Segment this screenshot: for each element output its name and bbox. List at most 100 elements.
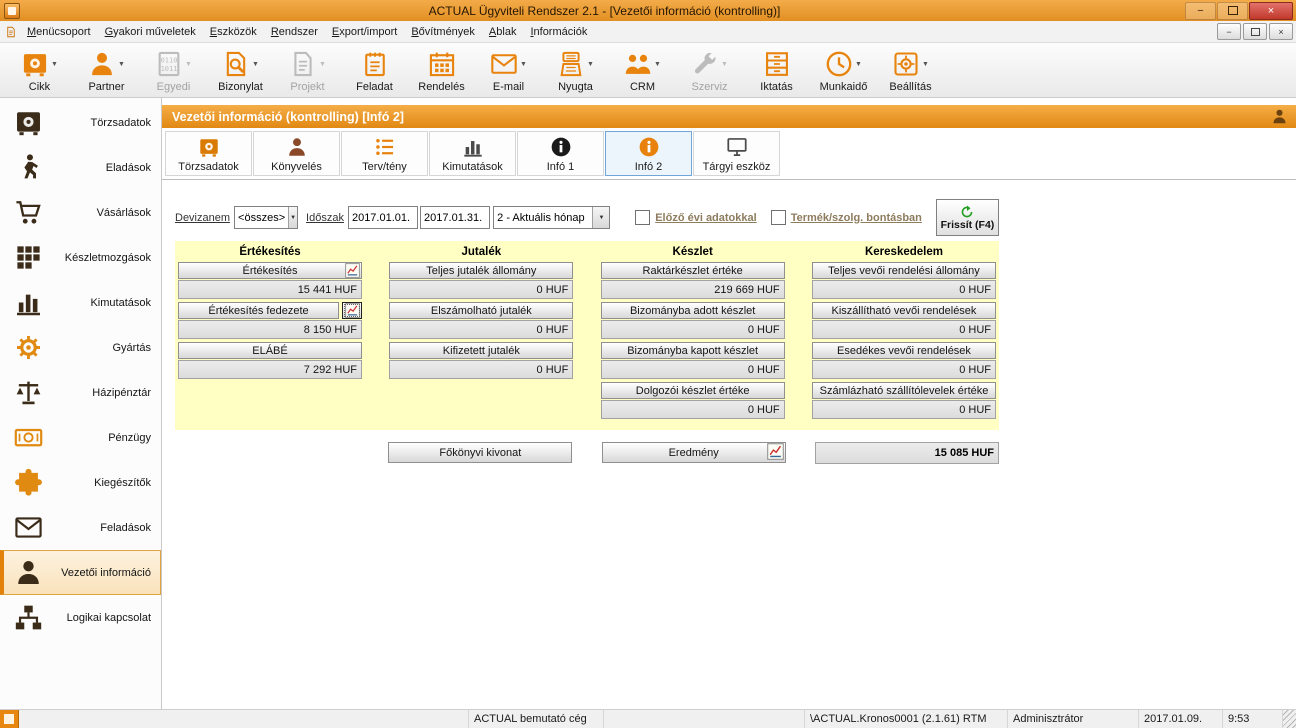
- sidebar-item-feladasok[interactable]: Feladások: [0, 505, 161, 550]
- menu-bovitmenyek[interactable]: Bővítmények: [404, 24, 482, 40]
- metric-button-kiszallithato-vevoi-rendelesek[interactable]: Kiszállítható vevői rendelések: [812, 302, 996, 319]
- metric-button-bizomanyba-adott-keszlet[interactable]: Bizományba adott készlet: [601, 302, 785, 319]
- bar-chart-icon: [14, 288, 43, 317]
- dropdown-arrow-icon[interactable]: ▼: [587, 61, 594, 68]
- dropdown-arrow-icon[interactable]: ▼: [721, 61, 728, 68]
- sidebar-item-label: Feladások: [43, 522, 151, 534]
- refresh-button[interactable]: Frissít (F4): [936, 199, 999, 236]
- metric-button-teljes-vevoi-rendelesi-allomany[interactable]: Teljes vevői rendelési állomány: [812, 262, 996, 279]
- mdi-restore-button[interactable]: [1243, 23, 1267, 40]
- prev-year-checkbox[interactable]: [635, 210, 650, 225]
- chart-icon[interactable]: [767, 443, 784, 460]
- breakdown-checkbox-label[interactable]: Termék/szolg. bontásban: [791, 212, 922, 224]
- statusbar: ACTUAL bemutató cég \ACTUAL.Kronos0001 (…: [0, 709, 1296, 728]
- sidebar-item-torzsadatok[interactable]: Törzsadatok: [0, 100, 161, 145]
- page-header: Vezetői információ (kontrolling) [Infó 2…: [162, 105, 1296, 128]
- sidebar-item-kiegeszitok[interactable]: Kiegészítők: [0, 460, 161, 505]
- metric-button-esedekes-vevoi-rendelesek[interactable]: Esedékes vevői rendelések: [812, 342, 996, 359]
- tab-info-1[interactable]: Infó 1: [517, 131, 604, 176]
- date-to-input[interactable]: 2017.01.31.: [420, 206, 490, 229]
- metric-button-label: Raktárkészlet értéke: [643, 265, 743, 277]
- breakdown-checkbox[interactable]: [771, 210, 786, 225]
- grid-icon: [14, 243, 43, 272]
- sidebar-item-logikai-kapcsolat[interactable]: Logikai kapcsolat: [0, 595, 161, 640]
- toolbar-item-iktatas[interactable]: Iktatás: [743, 44, 810, 97]
- gear-icon: [14, 333, 43, 362]
- metric-button-elszamolhato-jutalek[interactable]: Elszámolható jutalék: [389, 302, 573, 319]
- metric-button-label: Értékesítés fedezete: [208, 305, 308, 317]
- toolbar-item-bizonylat[interactable]: ▼Bizonylat: [207, 44, 274, 97]
- menu-gyakori-muveletek[interactable]: Gyakori műveletek: [98, 24, 203, 40]
- toolbar-item-feladat[interactable]: Feladat: [341, 44, 408, 97]
- tab-konyveles[interactable]: Könyvelés: [253, 131, 340, 176]
- sidebar-item-vezetoi-informacio[interactable]: Vezetői információ: [0, 550, 161, 595]
- result-button[interactable]: Eredmény: [602, 442, 786, 463]
- sidebar-item-kimutatasok[interactable]: Kimutatások: [0, 280, 161, 325]
- metric-button-elabe[interactable]: ELÁBÉ: [178, 342, 362, 359]
- toolbar-item-nyugta[interactable]: ▼Nyugta: [542, 44, 609, 97]
- tab-targyi-eszkoz[interactable]: Tárgyi eszköz: [693, 131, 780, 176]
- dropdown-arrow-icon[interactable]: ▼: [855, 61, 862, 68]
- metric-button-ertekesites-fedezete[interactable]: Értékesítés fedezete: [178, 302, 339, 319]
- sidebar-item-eladasok[interactable]: Eladások: [0, 145, 161, 190]
- dropdown-arrow-icon[interactable]: ▼: [185, 61, 192, 68]
- toolbar-item-e-mail[interactable]: ▼E-mail: [475, 44, 542, 97]
- date-from-input[interactable]: 2017.01.01.: [348, 206, 418, 229]
- metric-button-teljes-jutalek-allomany[interactable]: Teljes jutalék állomány: [389, 262, 573, 279]
- tab-info-2[interactable]: Infó 2: [605, 131, 692, 176]
- mdi-minimize-button[interactable]: −: [1217, 23, 1241, 40]
- menu-export-import[interactable]: Export/import: [325, 24, 404, 40]
- resize-grip[interactable]: [1283, 710, 1296, 728]
- metric-button-szamlazhato-szallitolevelek-erteke[interactable]: Számlázható szállítólevelek értéke: [812, 382, 996, 399]
- dropdown-arrow-icon[interactable]: ▼: [118, 61, 125, 68]
- menu-informaciok[interactable]: Információk: [523, 24, 594, 40]
- tab-terv-teny[interactable]: Terv/tény: [341, 131, 428, 176]
- minimize-button[interactable]: −: [1185, 2, 1216, 20]
- dropdown-arrow-icon[interactable]: ▼: [520, 61, 527, 68]
- mdi-close-button[interactable]: ×: [1269, 23, 1293, 40]
- chart-icon[interactable]: [345, 263, 360, 278]
- toolbar-item-partner[interactable]: ▼Partner: [73, 44, 140, 97]
- chevron-down-icon[interactable]: ▼: [592, 207, 609, 228]
- dropdown-arrow-icon[interactable]: ▼: [319, 61, 326, 68]
- maximize-button[interactable]: [1217, 2, 1248, 20]
- tab-torzsadatok[interactable]: Törzsadatok: [165, 131, 252, 176]
- menu-rendszer[interactable]: Rendszer: [264, 24, 325, 40]
- metric-button-dolgozoi-keszlet-erteke[interactable]: Dolgozói készlet értéke: [601, 382, 785, 399]
- dropdown-arrow-icon[interactable]: ▼: [922, 61, 929, 68]
- menu-ablak[interactable]: Ablak: [482, 24, 524, 40]
- chart-button[interactable]: [342, 302, 362, 319]
- sidebar-item-penzugy[interactable]: Pénzügy: [0, 415, 161, 460]
- dropdown-arrow-icon[interactable]: ▼: [654, 61, 661, 68]
- menu-eszkozok[interactable]: Eszközök: [203, 24, 264, 40]
- metric-button-kifizetett-jutalek[interactable]: Kifizetett jutalék: [389, 342, 573, 359]
- toolbar-item-crm[interactable]: ▼ CRM: [609, 44, 676, 97]
- prev-year-checkbox-label[interactable]: Előző évi adatokkal: [655, 212, 756, 224]
- menu-menucsoport[interactable]: Menücsoport: [20, 24, 98, 40]
- toolbar-item-beallitas[interactable]: ▼Beállítás: [877, 44, 944, 97]
- period-preset-select[interactable]: 2 - Aktuális hónap ▼: [493, 206, 610, 229]
- tab-kimutatasok[interactable]: Kimutatások: [429, 131, 516, 176]
- chevron-down-icon[interactable]: ▼: [288, 207, 297, 228]
- toolbar-item-rendeles[interactable]: Rendelés: [408, 44, 475, 97]
- monitor-icon: [726, 136, 748, 158]
- metric-button-raktarkeszlet-erteke[interactable]: Raktárkészlet értéke: [601, 262, 785, 279]
- close-button[interactable]: ×: [1249, 2, 1293, 20]
- sidebar-item-hazipenztar[interactable]: Házipénztár: [0, 370, 161, 415]
- toolbar-item-cikk[interactable]: ▼Cikk: [6, 44, 73, 97]
- ledger-button[interactable]: Főkönyvi kivonat: [388, 442, 572, 463]
- metric-value: 0 HUF: [389, 320, 573, 339]
- metric-value: 0 HUF: [812, 280, 996, 299]
- document-search-icon: [222, 50, 250, 78]
- dropdown-arrow-icon[interactable]: ▼: [51, 61, 58, 68]
- sidebar-item-keszletmozgasok[interactable]: Készletmozgások: [0, 235, 161, 280]
- sidebar-item-vasarlasok[interactable]: Vásárlások: [0, 190, 161, 235]
- form-area: Devizanem <összes> ▼ Időszak 2017.01.01.…: [175, 180, 999, 464]
- metric-button-ertekesites[interactable]: Értékesítés: [178, 262, 362, 279]
- dropdown-arrow-icon[interactable]: ▼: [252, 61, 259, 68]
- sidebar-item-gyartas[interactable]: Gyártás: [0, 325, 161, 370]
- toolbar-item-label: CRM: [630, 81, 655, 93]
- currency-select[interactable]: <összes> ▼: [234, 206, 298, 229]
- metric-button-bizomanyba-kapott-keszlet[interactable]: Bizományba kapott készlet: [601, 342, 785, 359]
- toolbar-item-munkaido[interactable]: ▼Munkaidő: [810, 44, 877, 97]
